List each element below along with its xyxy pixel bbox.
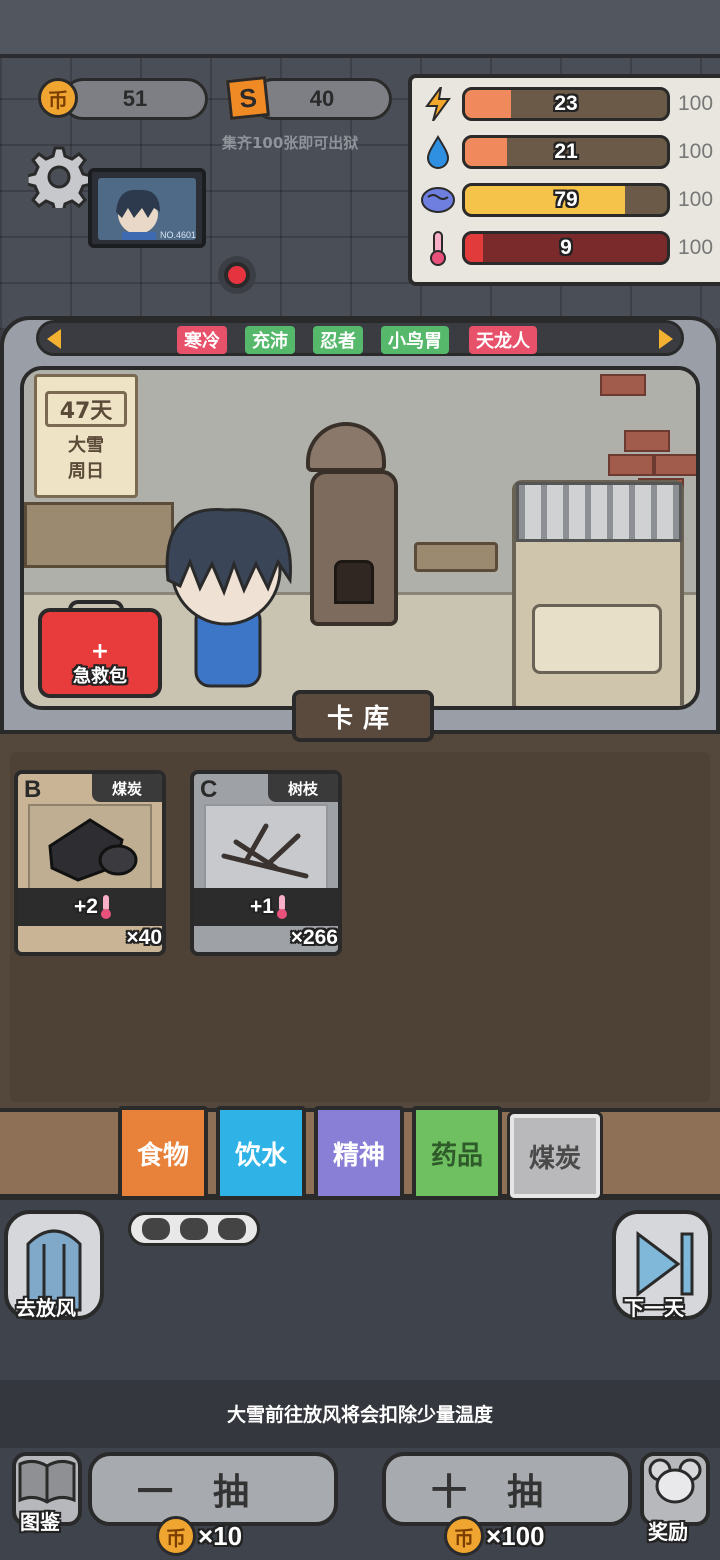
- stat-temperature: 9 100: [420, 226, 720, 270]
- tag-energetic[interactable]: 充沛: [245, 326, 295, 354]
- day-counter: 47天: [45, 391, 127, 427]
- temperature-max: 100: [678, 236, 714, 259]
- water-drop-icon: [420, 134, 456, 170]
- draw-one-button[interactable]: 一抽: [88, 1452, 338, 1526]
- wall-brick: [624, 430, 670, 452]
- coin-icon: 币: [38, 78, 78, 118]
- cellmates-thought-bubble: [128, 1212, 260, 1246]
- card-branch[interactable]: C 树枝 +1 ×266: [190, 770, 342, 956]
- spirit-max: 100: [678, 188, 714, 211]
- energy-max: 100: [678, 92, 714, 115]
- coin-icon: 币: [156, 1516, 196, 1556]
- reward-label: 奖励: [648, 1520, 688, 1544]
- draw-ten-cost: 币 ×100: [444, 1516, 545, 1556]
- wooden-stool: [414, 542, 498, 572]
- thermometer-icon: [276, 895, 287, 919]
- energy-bar: 23: [462, 87, 670, 121]
- settings-gear-icon[interactable]: [25, 146, 93, 214]
- prison-cell-scene: 47天 大雪 周日 + 急救包: [20, 366, 700, 710]
- card-name: 树枝: [268, 774, 338, 802]
- category-coal[interactable]: 煤炭: [507, 1111, 603, 1201]
- stat-spirit: 79 100: [420, 178, 720, 222]
- category-medicine[interactable]: 药品: [412, 1106, 502, 1200]
- next-day-label: 下一天: [624, 1296, 684, 1320]
- cellmate-face-icon: [142, 1218, 170, 1240]
- stat-energy: 23 100: [420, 82, 720, 126]
- wall-calendar: 47天 大雪 周日: [34, 374, 138, 498]
- weekday-label: 周日: [68, 461, 104, 482]
- cellmate-face-icon: [218, 1218, 246, 1240]
- cellmate-face-icon: [180, 1218, 208, 1240]
- go-outside-label: 去放风: [16, 1296, 76, 1320]
- book-icon: [18, 1459, 76, 1504]
- card-grade: C: [200, 776, 218, 803]
- card-grade: B: [24, 776, 42, 803]
- arrow-left-icon[interactable]: [47, 329, 61, 349]
- alarm-light: [224, 262, 250, 288]
- water-value: 21: [554, 140, 578, 163]
- mouse-icon: [648, 1458, 702, 1504]
- spirit-bar: 79: [462, 183, 670, 217]
- water-max: 100: [678, 140, 714, 163]
- ticket-icon: S: [226, 76, 270, 120]
- camera-monitor: NO.4601: [88, 168, 206, 248]
- card-count: ×40: [126, 926, 162, 949]
- weather-label: 大雪: [68, 435, 104, 456]
- prisoner-number: NO.4601: [159, 230, 196, 240]
- card-effect: +1: [194, 888, 338, 926]
- brain-icon: [420, 182, 456, 218]
- stats-panel: 23 100 21 100 79 100 9 100: [408, 74, 720, 286]
- card-library-title: 卡库: [292, 690, 434, 742]
- tag-ninja[interactable]: 忍者: [313, 326, 363, 354]
- temperature-value: 9: [560, 236, 572, 259]
- prisoner-character[interactable]: [140, 484, 310, 694]
- stat-water: 21 100: [420, 130, 720, 174]
- escape-hint: 集齐100张即可出狱: [222, 134, 359, 152]
- wall-brick: [654, 454, 696, 476]
- water-bar: 21: [462, 135, 670, 169]
- card-coal[interactable]: B 煤炭 +2 ×40: [14, 770, 166, 956]
- first-aid-label: 急救包: [73, 666, 127, 687]
- coin-counter: 51: [62, 78, 208, 120]
- weather-notice: 大雪前往放风将会扣除少量温度: [226, 1404, 493, 1426]
- spirit-value: 79: [554, 188, 578, 211]
- coal-icon: [28, 804, 152, 892]
- arrow-right-icon[interactable]: [659, 329, 673, 349]
- first-aid-kit-button[interactable]: + 急救包: [38, 608, 162, 698]
- draw-ten-button[interactable]: 十抽: [382, 1452, 632, 1526]
- wall-brick: [600, 374, 646, 396]
- tag-cold[interactable]: 寒冷: [177, 326, 227, 354]
- card-effect: +2: [18, 888, 162, 926]
- category-food[interactable]: 食物: [118, 1106, 208, 1200]
- ticket-count: 40: [309, 86, 335, 111]
- cross-icon: +: [90, 639, 110, 664]
- ticket-counter: 40: [252, 78, 392, 120]
- stove-firebox: [334, 560, 374, 604]
- branch-icon: [204, 804, 328, 892]
- wall-brick: [608, 454, 654, 476]
- reward-button[interactable]: [640, 1452, 710, 1526]
- draw-one-cost: 币 ×10: [156, 1516, 242, 1556]
- tag-small-stomach[interactable]: 小鸟胃: [381, 326, 449, 354]
- category-spirit[interactable]: 精神: [314, 1106, 404, 1200]
- card-count: ×266: [290, 926, 338, 949]
- trait-tag-bar: 寒冷 充沛 忍者 小鸟胃 天龙人: [36, 320, 684, 356]
- card-name: 煤炭: [92, 774, 162, 802]
- thermometer-icon: [420, 230, 456, 266]
- lightning-icon: [420, 86, 456, 122]
- ceiling-beam: [0, 0, 720, 58]
- energy-value: 23: [554, 92, 578, 115]
- bed-headboard: [516, 482, 682, 542]
- thermometer-icon: [100, 895, 111, 919]
- coin-icon: 币: [444, 1516, 484, 1556]
- bed-blanket: [532, 604, 662, 674]
- category-water[interactable]: 饮水: [216, 1106, 306, 1200]
- temperature-bar: 9: [462, 231, 670, 265]
- codex-label: 图鉴: [20, 1510, 60, 1534]
- coin-count: 51: [122, 86, 148, 111]
- tag-celestial-dragon[interactable]: 天龙人: [469, 326, 537, 354]
